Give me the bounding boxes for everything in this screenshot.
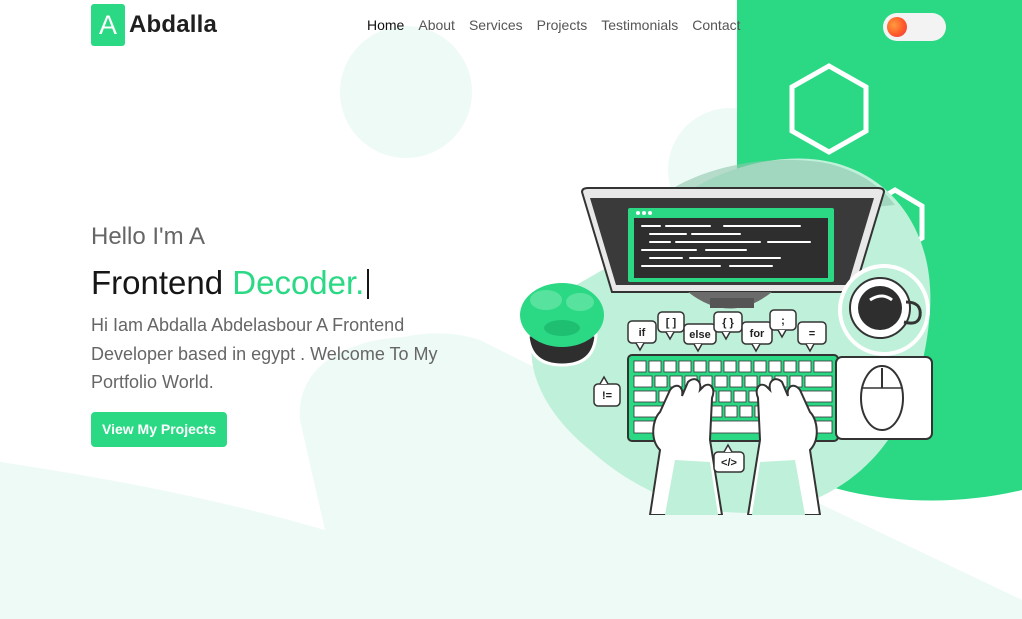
svg-text:=: = [809,328,815,340]
logo-badge: A [91,4,125,46]
navbar: A Abdalla Home About Services Projects T… [0,0,1022,54]
laptop-icon [580,187,886,309]
logo[interactable]: A Abdalla [91,4,217,46]
svg-text:for: for [750,328,765,340]
nav-link-testimonials[interactable]: Testimonials [601,17,678,33]
logo-text: Abdalla [129,11,218,38]
view-projects-button[interactable]: View My Projects [91,411,228,447]
coffee-cup-icon [838,264,930,356]
hero-section: Hello I'm A Frontend Decoder. Hi Iam Abd… [91,222,491,447]
nav-link-about[interactable]: About [418,17,455,33]
hero-illustration: if [ ] else { } for ; = != </> [520,158,933,515]
svg-text:{ }: { } [722,317,734,329]
nav-link-contact[interactable]: Contact [692,17,740,33]
svg-text:!=: != [602,390,612,402]
mouse-icon [835,356,933,440]
nav-link-services[interactable]: Services [469,17,523,33]
svg-text:if: if [639,327,646,339]
svg-text:[ ]: [ ] [666,317,677,329]
hero-greeting: Hello I'm A [91,223,205,250]
svg-text:</>: </> [721,457,737,469]
svg-text:;: ; [781,315,785,327]
theme-toggle[interactable] [883,13,946,41]
typing-cursor [367,269,370,299]
svg-text:else: else [689,329,710,341]
hero-title-accent: Decoder. [232,264,365,301]
plant-icon [520,283,604,367]
nav-link-projects[interactable]: Projects [537,17,588,33]
nav-link-home[interactable]: Home [367,17,404,33]
hero-title: Frontend Decoder. [91,264,491,302]
sun-icon [887,17,907,37]
hero-description: Hi Iam Abdalla Abdelasbour A Frontend De… [91,315,438,392]
hero-title-prefix: Frontend [91,264,224,301]
nav-menu: Home About Services Projects Testimonial… [367,17,741,33]
